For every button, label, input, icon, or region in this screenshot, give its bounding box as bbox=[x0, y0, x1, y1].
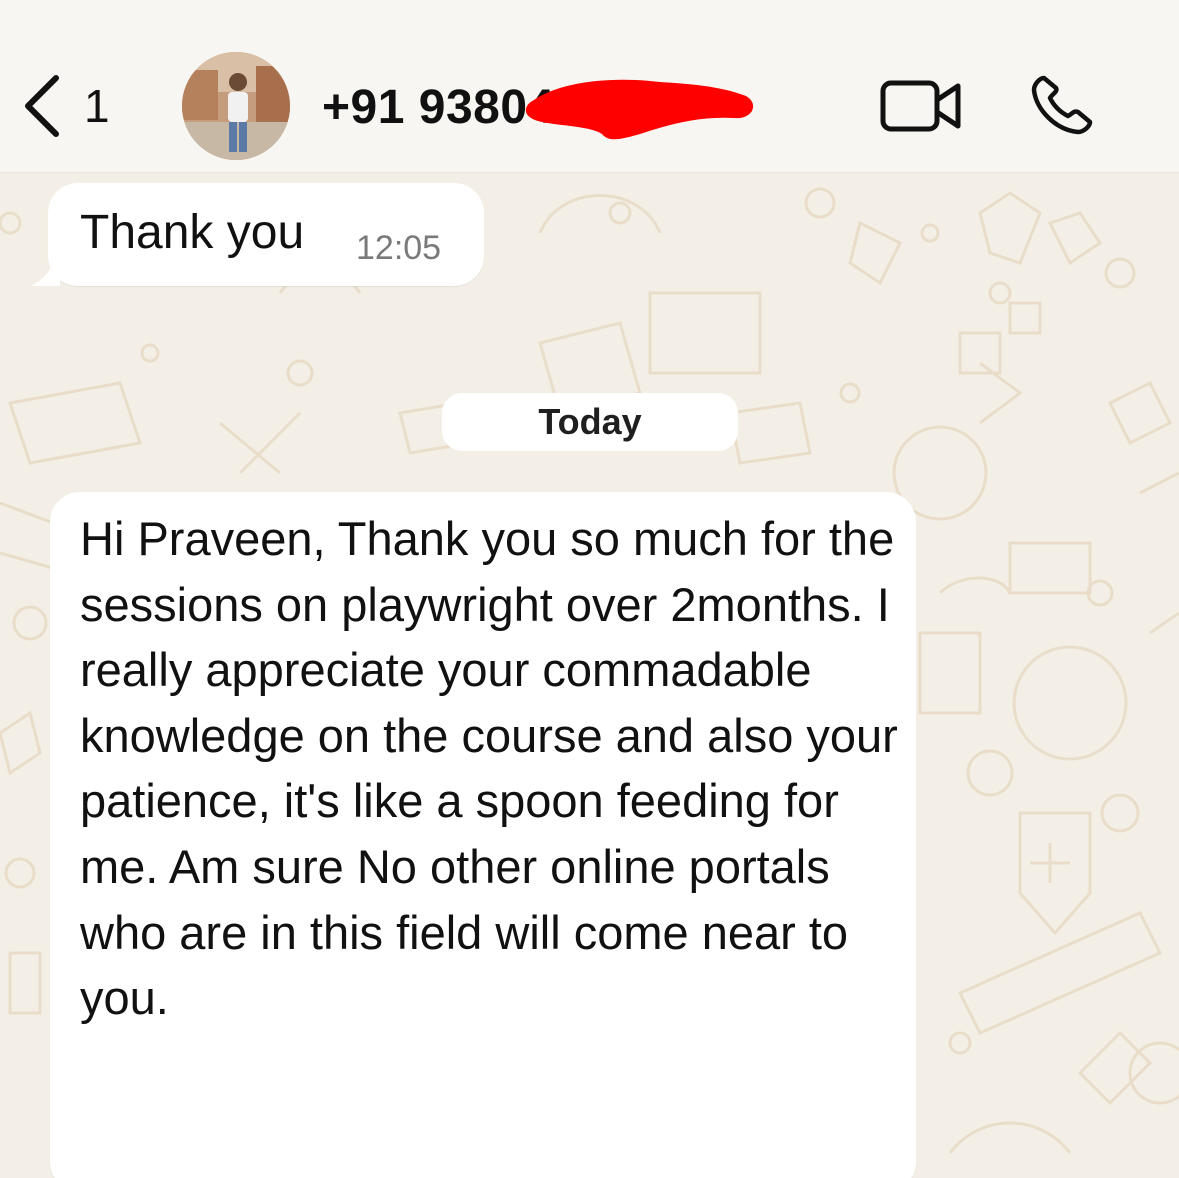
message-bubble[interactable]: Thank you 12:05 bbox=[30, 183, 484, 286]
message-bubble[interactable]: Hi Praveen, Thank you so much for the se… bbox=[50, 492, 916, 1178]
chevron-left-icon bbox=[22, 74, 62, 138]
unread-count: 1 bbox=[84, 80, 110, 132]
chat-header: 1 +91 93804 bbox=[0, 0, 1179, 173]
message-time: 12:05 bbox=[356, 229, 442, 267]
message-text: Thank you bbox=[80, 206, 305, 259]
video-call-button[interactable] bbox=[880, 80, 962, 137]
date-separator: Today bbox=[442, 393, 738, 451]
voice-call-button[interactable] bbox=[1030, 74, 1096, 141]
video-camera-icon bbox=[880, 80, 962, 136]
back-button[interactable]: 1 bbox=[22, 74, 110, 138]
phone-icon bbox=[1030, 75, 1096, 140]
chat-wallpaper: Thank you 12:05 Today Hi Praveen, Thank … bbox=[0, 173, 1179, 1178]
redaction-mark bbox=[520, 68, 760, 153]
avatar[interactable] bbox=[182, 52, 290, 160]
message-text: Hi Praveen, Thank you so much for the se… bbox=[80, 512, 898, 1025]
